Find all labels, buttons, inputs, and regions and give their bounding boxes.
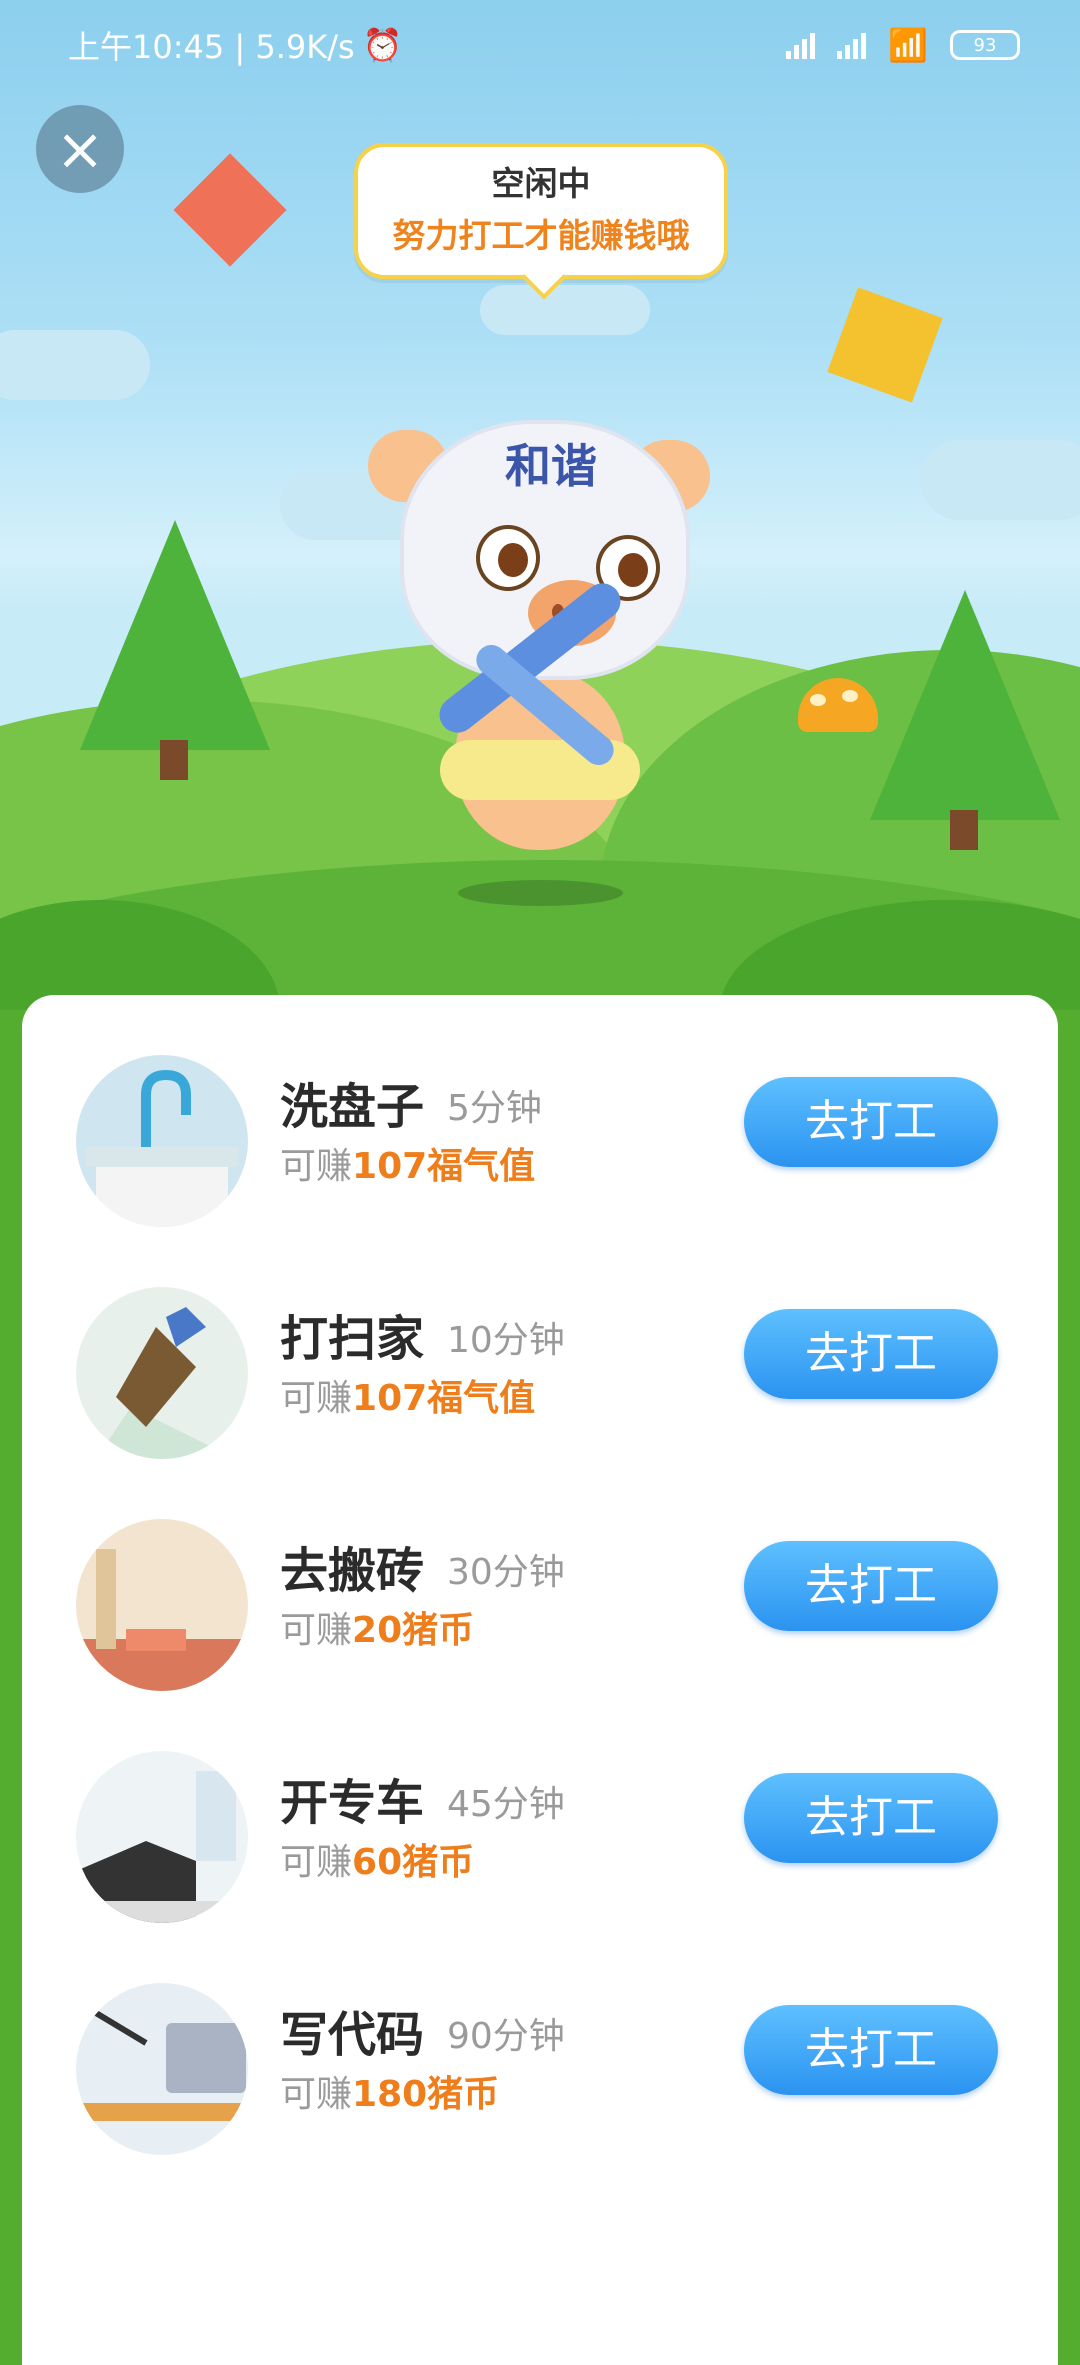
task-name: 开专车 bbox=[280, 1775, 425, 1831]
laptop-icon bbox=[76, 1983, 248, 2155]
task-reward: 可赚60猪币 bbox=[280, 1833, 474, 1885]
broom-icon bbox=[76, 1287, 248, 1459]
task-duration: 30分钟 bbox=[447, 1552, 565, 1593]
task-item: 洗盘子 5分钟 可赚107福气值 去打工 bbox=[22, 995, 1058, 1227]
tree-trunk bbox=[950, 810, 978, 850]
tree-trunk bbox=[160, 740, 188, 780]
status-bubble: 空闲中 努力打工才能赚钱哦 bbox=[354, 143, 728, 279]
task-item: 开专车 45分钟 可赚60猪币 去打工 bbox=[22, 1691, 1058, 1923]
task-name: 去搬砖 bbox=[280, 1543, 425, 1599]
task-name: 写代码 bbox=[280, 2007, 425, 2063]
status-left: 上午10:45 | 5.9K/s ⏰ bbox=[68, 22, 403, 68]
task-reward: 可赚107福气值 bbox=[280, 1137, 535, 1189]
task-duration: 90分钟 bbox=[447, 2016, 565, 2057]
car-icon bbox=[76, 1751, 248, 1923]
cloud bbox=[0, 330, 150, 400]
battery-icon: 93 bbox=[950, 30, 1020, 60]
character-shadow bbox=[458, 880, 623, 906]
close-icon: × bbox=[55, 115, 105, 183]
task-name: 打扫家 bbox=[280, 1311, 425, 1367]
reward-prefix: 可赚 bbox=[280, 1610, 353, 1651]
reward-prefix: 可赚 bbox=[280, 1378, 353, 1419]
task-panel: 洗盘子 5分钟 可赚107福气值 去打工 打扫家 10分钟 可赚107福气值 去… bbox=[22, 995, 1058, 2365]
signal-icon bbox=[786, 31, 816, 59]
reward-value: 20猪币 bbox=[352, 1610, 475, 1651]
reward-value: 107福气值 bbox=[352, 1146, 536, 1187]
task-duration: 45分钟 bbox=[447, 1784, 565, 1825]
task-reward: 可赚107福气值 bbox=[280, 1369, 535, 1421]
red-kite-icon bbox=[173, 153, 287, 267]
signal-icon bbox=[837, 31, 867, 59]
task-name: 洗盘子 bbox=[280, 1079, 425, 1135]
pine-tree bbox=[870, 590, 1060, 820]
pine-tree bbox=[80, 520, 270, 750]
task-item: 去搬砖 30分钟 可赚20猪币 去打工 bbox=[22, 1459, 1058, 1691]
reward-value: 107福气值 bbox=[352, 1378, 536, 1419]
cloud bbox=[480, 285, 650, 335]
task-item: 写代码 90分钟 可赚180猪币 去打工 bbox=[22, 1923, 1058, 2155]
go-work-button[interactable]: 去打工 bbox=[744, 2005, 998, 2095]
reward-value: 180猪币 bbox=[352, 2074, 500, 2115]
task-reward: 可赚180猪币 bbox=[280, 2065, 499, 2117]
brick-icon bbox=[76, 1519, 248, 1691]
go-work-button[interactable]: 去打工 bbox=[744, 1309, 998, 1399]
reward-prefix: 可赚 bbox=[280, 1842, 353, 1883]
task-duration: 5分钟 bbox=[447, 1088, 542, 1129]
go-work-button[interactable]: 去打工 bbox=[744, 1773, 998, 1863]
yellow-kite-icon bbox=[827, 287, 943, 403]
reward-prefix: 可赚 bbox=[280, 2074, 353, 2115]
go-work-button[interactable]: 去打工 bbox=[744, 1541, 998, 1631]
pig-eye-left bbox=[476, 525, 540, 591]
status-right: 📶 93 bbox=[786, 26, 1020, 64]
reward-prefix: 可赚 bbox=[280, 1146, 353, 1187]
reward-value: 60猪币 bbox=[352, 1842, 475, 1883]
wifi-icon: 📶 bbox=[888, 26, 928, 64]
go-work-button[interactable]: 去打工 bbox=[744, 1077, 998, 1167]
close-button[interactable]: × bbox=[36, 105, 124, 193]
alarm-icon: ⏰ bbox=[362, 26, 403, 64]
sink-icon bbox=[76, 1055, 248, 1227]
cloud bbox=[920, 440, 1080, 520]
battery-level: 93 bbox=[973, 34, 997, 56]
status-time: 上午10:45 | 5.9K/s bbox=[68, 28, 355, 66]
status-bar: 上午10:45 | 5.9K/s ⏰ 📶 93 bbox=[0, 0, 1080, 90]
task-duration: 10分钟 bbox=[447, 1320, 565, 1361]
bubble-status: 空闲中 bbox=[491, 164, 591, 203]
pig-helmet-label: 和谐 bbox=[505, 439, 597, 493]
task-item: 打扫家 10分钟 可赚107福气值 去打工 bbox=[22, 1227, 1058, 1459]
task-reward: 可赚20猪币 bbox=[280, 1601, 474, 1653]
bubble-tip: 努力打工才能赚钱哦 bbox=[392, 216, 690, 255]
